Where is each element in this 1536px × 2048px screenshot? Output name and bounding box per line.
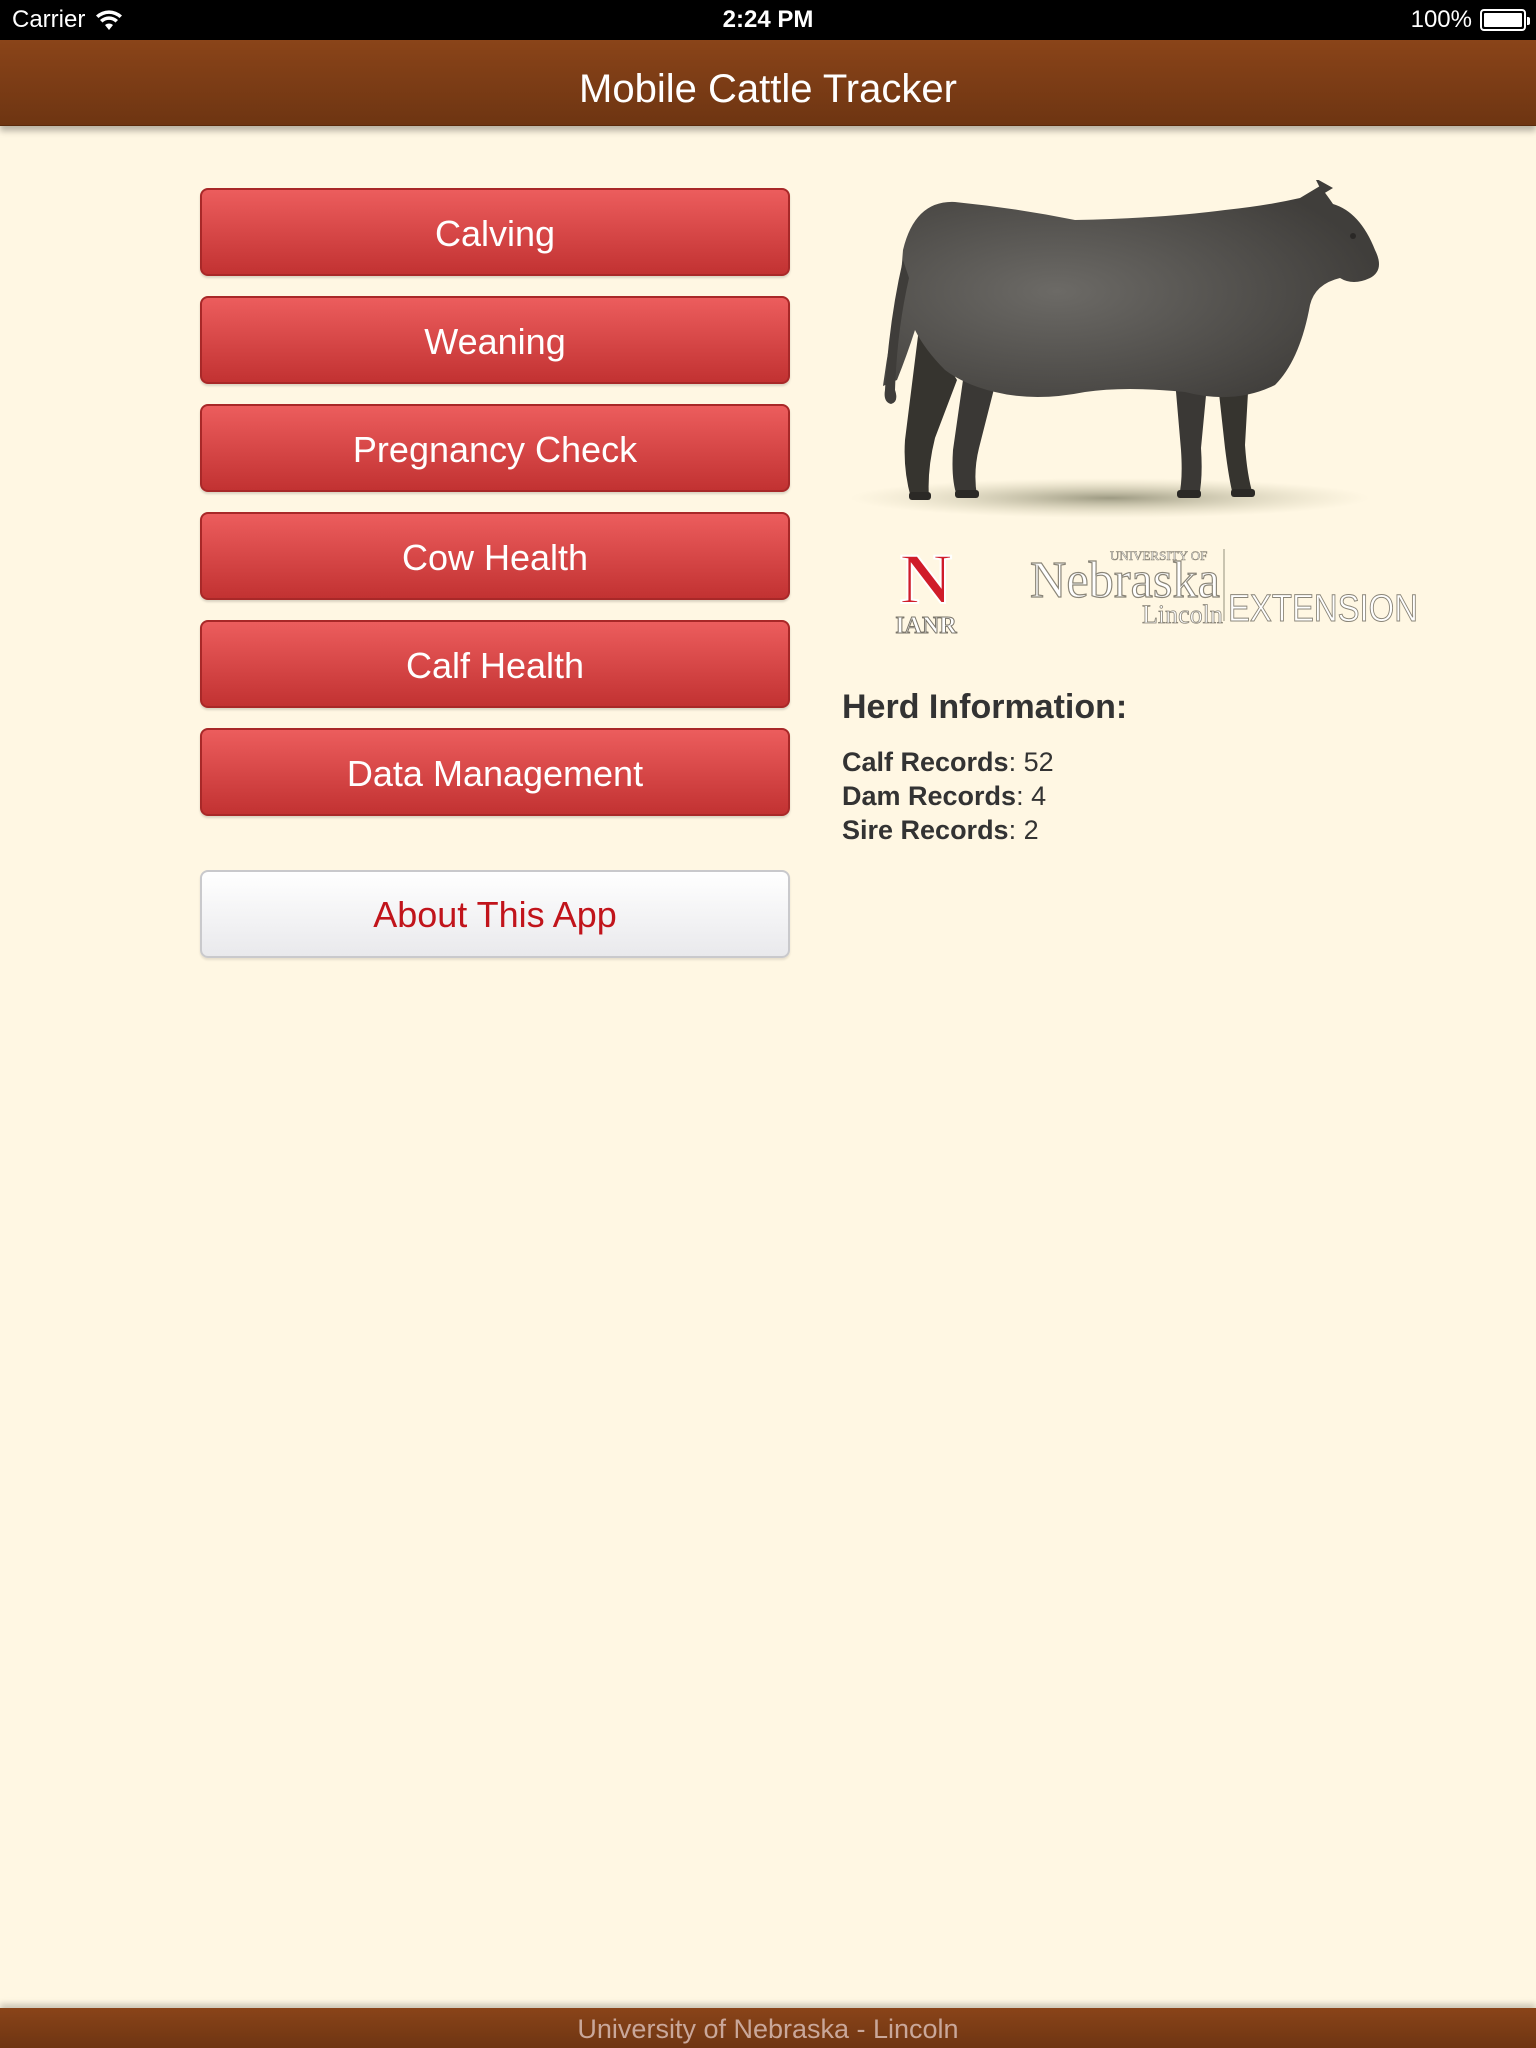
clock: 2:24 PM <box>722 6 814 33</box>
status-bar: Carrier 2:24 PM 100% <box>0 0 1536 40</box>
calf-records-row: Calf Records: 52 <box>842 745 1442 779</box>
unl-extension-logo: UNIVERSITY OF Nebraska Lincoln EXTENSION <box>1030 548 1419 625</box>
sire-records-row: Sire Records: 2 <box>842 813 1442 847</box>
footer-bar: University of Nebraska - Lincoln <box>0 2008 1536 2048</box>
calf-health-button[interactable]: Calf Health <box>200 620 790 708</box>
cow-health-button[interactable]: Cow Health <box>200 512 790 600</box>
calf-records-label: Calf Records <box>842 747 1009 777</box>
battery-indicator: 100% <box>1410 0 1530 40</box>
footer-text: University of Nebraska - Lincoln <box>577 2014 959 2044</box>
ianr-letter: N <box>900 545 952 619</box>
battery-percent: 100% <box>1410 6 1472 33</box>
herd-information: Herd Information: Calf Records: 52 Dam R… <box>842 688 1442 847</box>
battery-fill <box>1484 13 1522 27</box>
weaning-button[interactable]: Weaning <box>200 296 790 384</box>
about-button[interactable]: About This App <box>200 870 790 958</box>
pregnancy-check-button[interactable]: Pregnancy Check <box>200 404 790 492</box>
data-management-button[interactable]: Data Management <box>200 728 790 816</box>
page-title: Mobile Cattle Tracker <box>579 67 957 111</box>
unl-extension-text: EXTENSION <box>1228 588 1418 625</box>
dam-records-value: : 4 <box>1016 781 1047 811</box>
dam-records-label: Dam Records <box>842 781 1017 811</box>
sire-records-label: Sire Records <box>842 815 1009 845</box>
unl-city-text: Lincoln <box>1142 600 1223 625</box>
calf-records-value: : 52 <box>1008 747 1054 777</box>
cow-illustration <box>850 180 1379 518</box>
herd-heading: Herd Information: <box>842 688 1128 726</box>
dam-records-row: Dam Records: 4 <box>842 779 1442 813</box>
sire-records-value: : 2 <box>1008 815 1039 845</box>
ianr-text: IANR <box>895 613 957 637</box>
ianr-logo: N IANR <box>895 545 958 637</box>
navigation-bar: Mobile Cattle Tracker <box>0 40 1536 126</box>
main-menu: Calving Weaning Pregnancy Check Cow Heal… <box>200 188 790 836</box>
battery-icon <box>1480 9 1530 31</box>
calving-button[interactable]: Calving <box>200 188 790 276</box>
